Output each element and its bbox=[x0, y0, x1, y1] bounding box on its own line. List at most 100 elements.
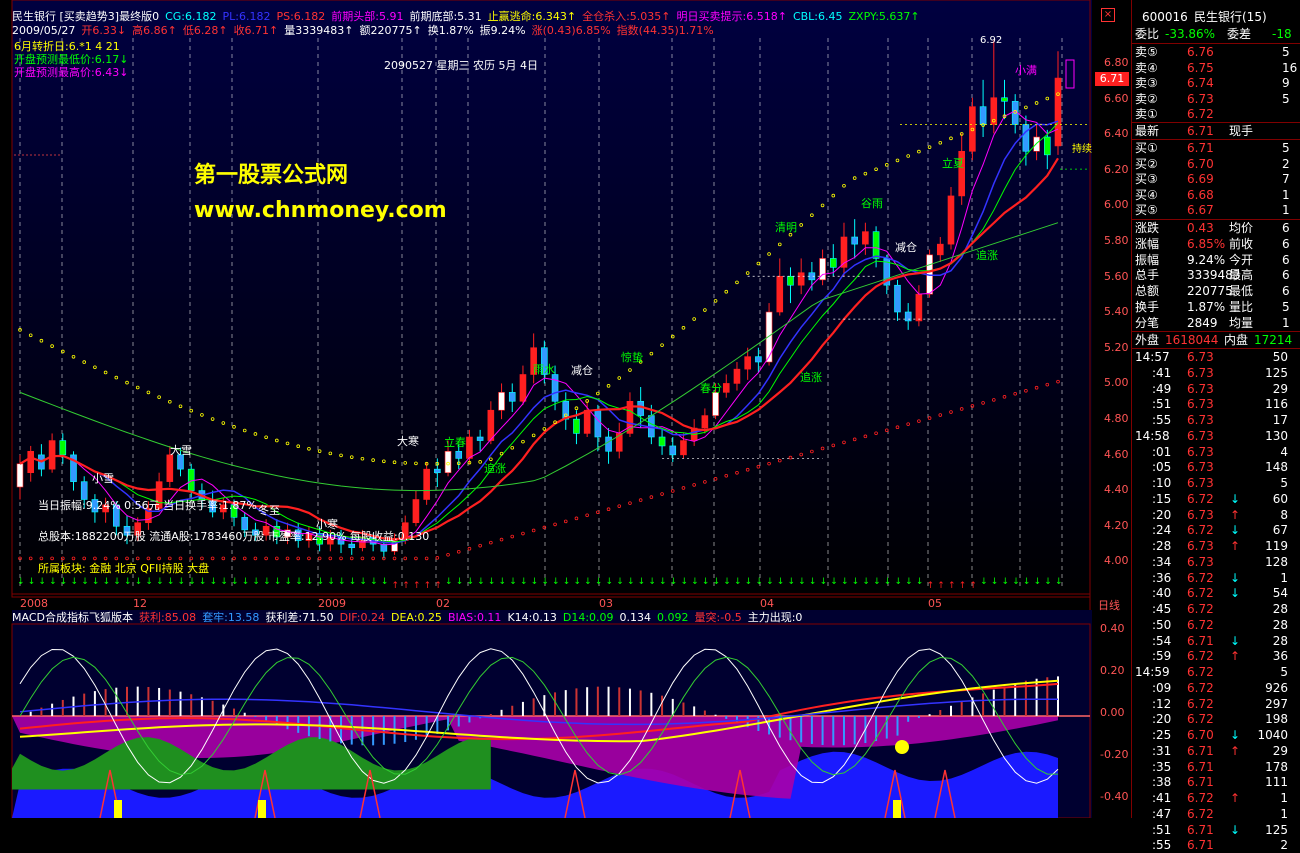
solar-term-label: 立夏 bbox=[942, 157, 964, 170]
candle-body bbox=[605, 436, 612, 452]
tick-row: :55 6.73 17 bbox=[1152, 413, 1288, 427]
tick-row: :24 6.72 67 ↓ bbox=[1152, 523, 1288, 538]
tick-row: :51 6.73 116 bbox=[1152, 397, 1288, 412]
indicator-item: DIF:0.24 bbox=[339, 611, 385, 624]
header-item: 低6.28↑ bbox=[182, 24, 228, 37]
signal-arrow: ↑ bbox=[402, 581, 410, 591]
price-axis-label: 4.80 bbox=[1104, 412, 1129, 425]
signal-arrow: ↓ bbox=[210, 577, 218, 587]
signal-arrow: ↓ bbox=[680, 577, 688, 587]
candle-body bbox=[637, 400, 644, 416]
header-item: 换1.87% bbox=[427, 24, 474, 37]
tick-row: :01 6.73 4 bbox=[1152, 444, 1288, 459]
signal-arrow: ↑ bbox=[969, 581, 977, 591]
signal-arrow: ↓ bbox=[916, 577, 924, 587]
outer-inner-row: 外盘 1618044 内盘 17214 bbox=[1135, 333, 1293, 347]
time-axis-label: 12 bbox=[133, 597, 147, 610]
signal-arrow: ↓ bbox=[787, 577, 795, 587]
solar-term-label: 谷雨 bbox=[861, 197, 883, 210]
price-axis-label: 5.20 bbox=[1104, 340, 1129, 354]
signal-arrow: ↓ bbox=[777, 577, 785, 587]
candle-body bbox=[862, 231, 869, 245]
signal-arrow: ↓ bbox=[509, 577, 517, 587]
stat-row: 涨跌 0.43 均价 6 bbox=[1135, 221, 1290, 235]
bid-row: 买④ 6.68 1 bbox=[1135, 187, 1290, 202]
signal-arrow: ↓ bbox=[691, 577, 699, 587]
signal-arrow: ↓ bbox=[338, 577, 346, 587]
day-line-tab[interactable]: 日线 bbox=[1098, 597, 1120, 613]
candle-body bbox=[508, 392, 516, 402]
stat-row: 总额 220775 最低 6 bbox=[1135, 284, 1290, 299]
indicator-axis-label: -0.40 bbox=[1100, 790, 1129, 803]
watermark-url: www.chnmoney.com bbox=[194, 198, 447, 223]
macd-indicator-chart[interactable] bbox=[0, 610, 1092, 818]
signal-arrow: ↓ bbox=[124, 577, 132, 587]
price-axis-label: 6.40 bbox=[1104, 127, 1129, 141]
signal-arrow: ↓ bbox=[1023, 577, 1031, 587]
solar-term-label: 清明 bbox=[775, 221, 797, 234]
signal-arrow: ↓ bbox=[156, 577, 164, 587]
signal-arrow: ↓ bbox=[188, 577, 196, 587]
info-line-3: 所属板块: 金融 北京 QFII持股 大盘 bbox=[38, 562, 210, 575]
signal-arrow: ↓ bbox=[638, 577, 646, 587]
price-axis-label: 5.60 bbox=[1104, 269, 1129, 283]
tick-row: 14:57 6.73 50 bbox=[1135, 350, 1288, 364]
signal-arrow: ↓ bbox=[92, 577, 100, 587]
signal-arrow: ↓ bbox=[349, 577, 357, 587]
header-item: 量3339483↑ bbox=[284, 24, 354, 37]
header-item: 额220775↑ bbox=[359, 24, 422, 37]
candle-body bbox=[348, 543, 356, 549]
time-axis-label: 2008 bbox=[20, 597, 48, 610]
signal-arrow: ↓ bbox=[199, 577, 207, 587]
candle-body bbox=[894, 284, 901, 313]
signal-arrow: ↓ bbox=[1055, 577, 1063, 587]
header-item: 止赢逃命:6.343↑ bbox=[487, 10, 577, 23]
signal-arrow: ↓ bbox=[980, 577, 988, 587]
turning-day-label: 6月转折日:6.*1 4 21 bbox=[14, 40, 120, 53]
signal-arrow: ↓ bbox=[841, 577, 849, 587]
signal-arrow: ↓ bbox=[702, 577, 710, 587]
signal-arrow: ↓ bbox=[274, 577, 282, 587]
price-axis-label: 4.60 bbox=[1104, 447, 1129, 461]
header-item: 2009/05/27 bbox=[12, 24, 76, 37]
tick-row: :20 6.72 198 bbox=[1152, 712, 1288, 727]
price-axis-label: 5.80 bbox=[1104, 234, 1129, 247]
candle-body bbox=[615, 433, 623, 452]
tick-row: :41 6.73 125 bbox=[1152, 365, 1288, 380]
open-high-forecast: 开盘预测最高价:6.43↓ bbox=[14, 66, 129, 79]
signal-arrow: ↓ bbox=[520, 577, 528, 587]
candle-body bbox=[1043, 136, 1051, 156]
signal-arrow: ↓ bbox=[370, 577, 378, 587]
info-line-1: 当日振幅:9.24% 0.56元 当日换手率:1.87% bbox=[38, 499, 257, 512]
last-price-row: 最新 6.71 现手 bbox=[1135, 124, 1254, 138]
candle-body bbox=[744, 356, 751, 370]
header-item: 开6.33↓ bbox=[81, 24, 127, 37]
signal-arrow: ↓ bbox=[81, 577, 89, 587]
candlestick-chart[interactable]: ↓ ↓ ↓ ↓ ↓ ↓ ↓ ↓ ↓ ↓ ↓ ↓ ↓ ↓ ↓ ↓ ↓ ↓ ↓ ↓ ↓ ↓ ↓ ↓ ↓ ↓ ↓ ↓ ↓ ↓ ↓ ↓ ↓ ↓ ↓ ↑ ↑ ↑ ↑ ↑… bbox=[0, 0, 1092, 610]
signal-arrow: ↓ bbox=[830, 577, 838, 587]
close-icon[interactable]: × bbox=[1101, 8, 1115, 22]
solar-term-label: 雨水 bbox=[533, 363, 555, 376]
ask-row: 卖⑤ 6.76 5 bbox=[1135, 45, 1290, 59]
signal-arrow: ↓ bbox=[1034, 577, 1042, 587]
candle-body bbox=[979, 106, 987, 125]
candle-body bbox=[1054, 77, 1062, 147]
solar-term-label: 小雪 bbox=[92, 472, 114, 485]
stat-row: 涨幅 6.85% 前收 6 bbox=[1135, 236, 1290, 251]
solar-term-label: 冬至 bbox=[258, 504, 280, 517]
tick-row: :47 6.72 1 bbox=[1152, 806, 1288, 821]
signal-arrow: ↓ bbox=[263, 577, 271, 587]
signal-arrow: ↓ bbox=[573, 577, 581, 587]
price-axis-label: 5.00 bbox=[1104, 376, 1129, 390]
tick-row: :12 6.72 297 bbox=[1152, 696, 1288, 711]
signal-arrow: ↓ bbox=[38, 577, 46, 587]
candle-body bbox=[915, 293, 923, 322]
price-axis-label: 4.40 bbox=[1104, 483, 1129, 497]
signal-arrow: ↓ bbox=[49, 577, 57, 587]
signal-label: 追涨 bbox=[484, 462, 506, 475]
signal-arrow: ↓ bbox=[862, 577, 870, 587]
solar-term-label: 大寒 bbox=[397, 435, 419, 448]
time-axis-label: 02 bbox=[436, 597, 450, 610]
signal-block bbox=[258, 800, 266, 818]
watermark-name: 第一股票公式网 bbox=[194, 163, 349, 188]
